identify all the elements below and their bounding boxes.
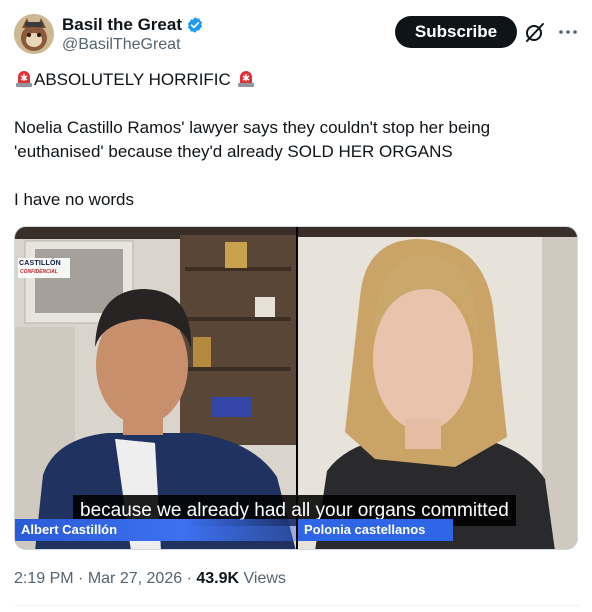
channel-logo-subtitle: CONFIDENCIAL	[20, 269, 58, 275]
tweet-date[interactable]: Mar 27, 2026	[88, 570, 182, 587]
subscribe-button[interactable]: Subscribe	[395, 16, 517, 48]
speaker-name-left: Albert Castillón	[15, 519, 296, 541]
speaker-name-right: Polonia castellanos	[298, 519, 453, 541]
tweet-text: ABSOLUTELY HORRIFIC Noelia Castillo Ramo…	[14, 68, 578, 212]
author-names: Basil the Great @BasilTheGreat	[62, 14, 204, 54]
body-line: Noelia Castillo Ramos' lawyer says they …	[14, 118, 491, 137]
views-count: 43.9K	[196, 570, 240, 587]
verified-badge-icon	[186, 16, 204, 34]
tweet-time[interactable]: 2:19 PM	[14, 570, 74, 587]
divider	[14, 605, 580, 606]
tweet-meta: 2:19 PM · Mar 27, 2026 · 43.9K Views	[14, 570, 286, 588]
video-media[interactable]: CASTILLÓN CONFIDENCIAL because we alread…	[14, 226, 578, 550]
avatar[interactable]	[14, 14, 54, 54]
siren-icon	[14, 68, 34, 88]
author-handle[interactable]: @BasilTheGreat	[62, 36, 204, 54]
grok-icon[interactable]	[523, 20, 547, 44]
meta-separator: ·	[186, 570, 197, 587]
more-icon[interactable]	[556, 20, 580, 44]
body-line: I have no words	[14, 190, 135, 209]
channel-logo-title: CASTILLÓN	[19, 260, 61, 267]
headline-text: ABSOLUTELY HORRIFIC	[34, 70, 231, 89]
headline-line: ABSOLUTELY HORRIFIC	[14, 68, 578, 92]
display-name[interactable]: Basil the Great	[62, 15, 182, 35]
body-line: 'euthanised' because they'd already SOLD…	[14, 142, 453, 161]
views-label: Views	[243, 570, 286, 587]
meta-separator: ·	[78, 570, 88, 587]
tweet-header: Basil the Great @BasilTheGreat Subscribe	[14, 12, 580, 60]
siren-icon	[236, 68, 256, 88]
